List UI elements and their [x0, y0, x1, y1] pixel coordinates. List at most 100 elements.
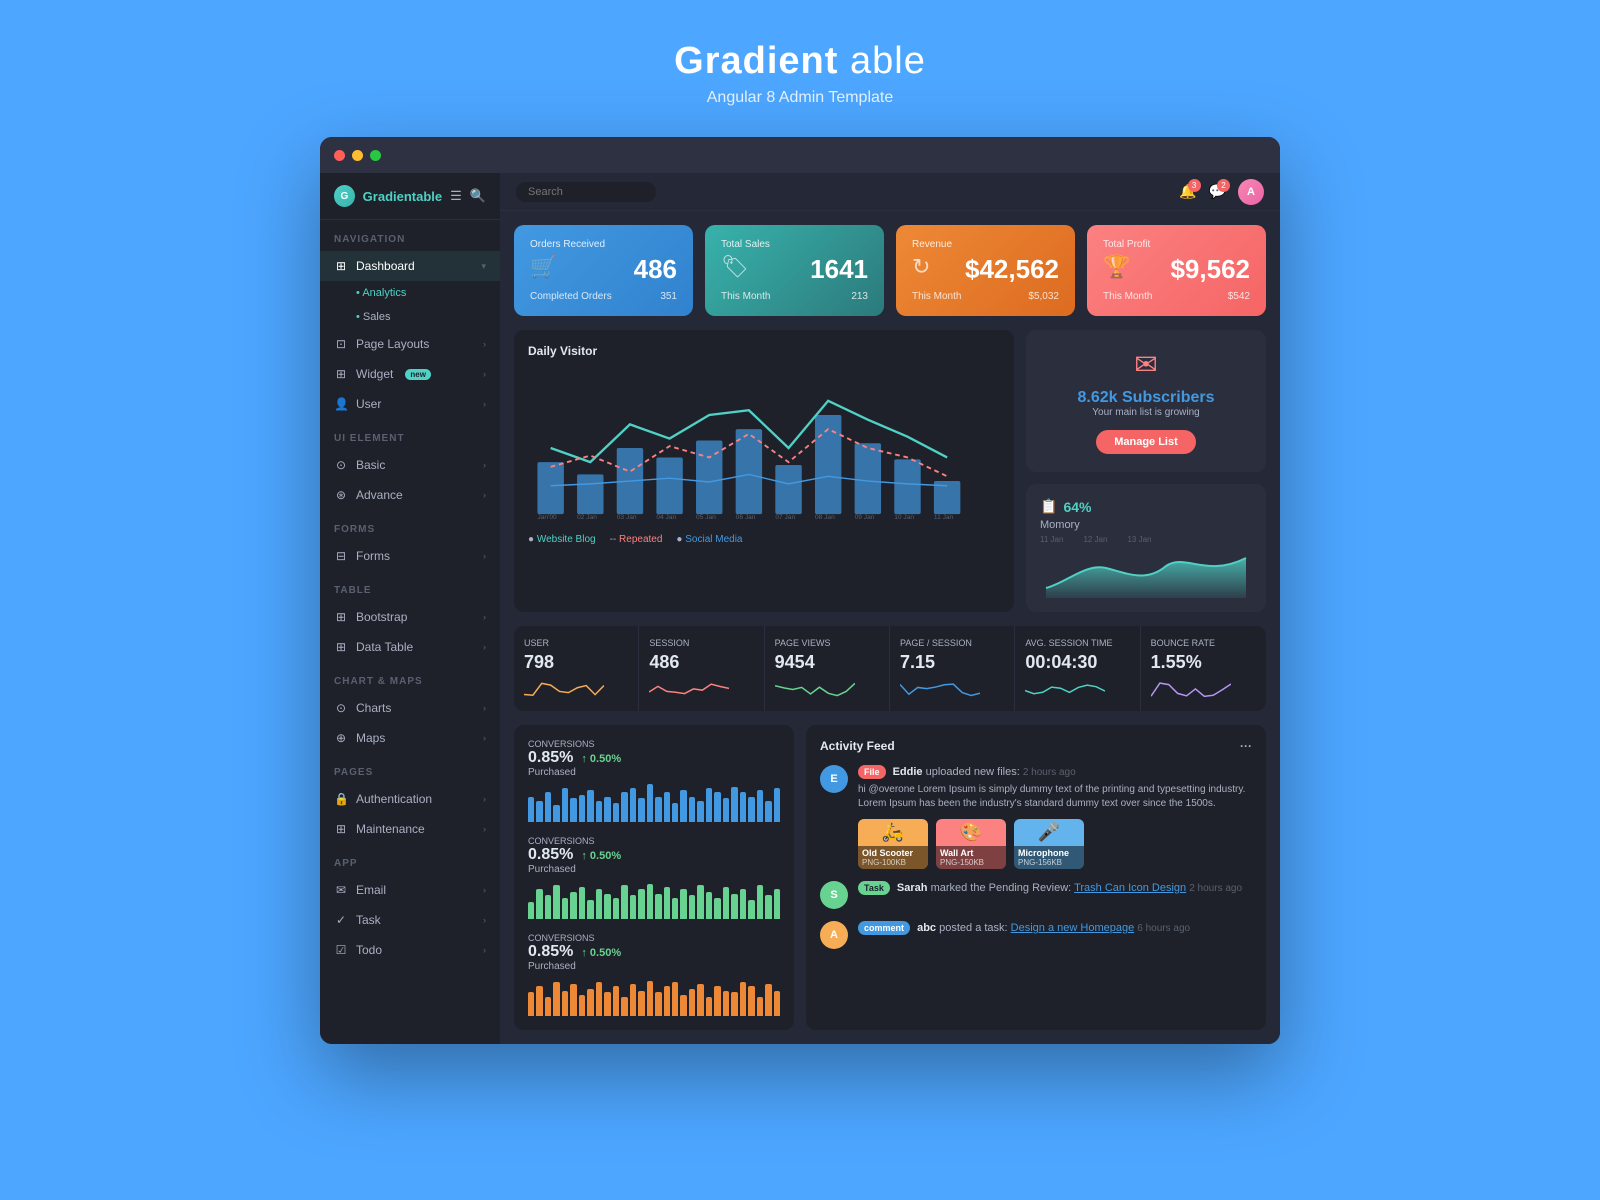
stat-label: Total Sales [721, 239, 868, 250]
sidebar-item-user[interactable]: 👤 User › [320, 389, 500, 419]
manage-list-button[interactable]: Manage List [1096, 430, 1196, 454]
stat-card-2: Revenue ↻ $42,562 This Month $5,032 [896, 225, 1075, 316]
activity-link[interactable]: Trash Can Icon Design [1074, 882, 1186, 894]
user-avatar[interactable]: A [1238, 179, 1264, 205]
conv-bar [587, 900, 593, 919]
conv-bar [731, 787, 737, 822]
sidebar-item-widget[interactable]: ⊞ Widget new › [320, 359, 500, 389]
stat-icon: 🏆 [1103, 254, 1130, 280]
conv-bar [553, 885, 559, 919]
hamburger-icon[interactable]: ☰ [450, 188, 462, 204]
brand-icon: G [334, 185, 355, 207]
forms-section-label: forms [320, 510, 500, 541]
conv-label: Conversions [528, 739, 595, 749]
sidebar-item-datatable[interactable]: ⊞ Data Table › [320, 632, 500, 662]
conv-bar [647, 784, 653, 822]
stat-sub-label: This Month [721, 291, 770, 302]
conversion-item-2: Conversions 0.85% ↑ 0.50% Purchased [528, 933, 780, 1016]
stat-icon: ↻ [912, 254, 930, 280]
todo-icon: ☑ [334, 943, 348, 957]
activity-item: E File Eddie uploaded new files: 2 hours… [820, 765, 1252, 869]
maintenance-icon: ⊞ [334, 822, 348, 836]
sidebar-item-bootstrap[interactable]: ⊞ Bootstrap › [320, 602, 500, 632]
stat-label: Total Profit [1103, 239, 1250, 250]
conv-bar [536, 889, 542, 919]
chat-button[interactable]: 💬 2 [1209, 183, 1226, 200]
search-input[interactable] [516, 182, 656, 202]
metric-item-5: Bounce Rate 1.55% [1141, 626, 1266, 711]
conv-bar [528, 902, 534, 919]
sidebar-item-auth[interactable]: 🔒 Authentication › [320, 784, 500, 814]
conv-bar [697, 984, 703, 1016]
thumb-icon: 🎨 [936, 819, 1006, 846]
conv-bar [697, 885, 703, 919]
memory-label: Momory [1040, 519, 1252, 531]
conv-bar [604, 894, 610, 919]
metric-label: Page Views [775, 638, 879, 648]
sidebar-controls: ☰ 🔍 [450, 188, 486, 204]
sidebar-item-maps[interactable]: ⊕ Maps › [320, 723, 500, 753]
browser-dot-minimize[interactable] [352, 150, 363, 161]
conv-bar [740, 792, 746, 822]
browser-dot-close[interactable] [334, 150, 345, 161]
sidebar-item-advance[interactable]: ⊛ Advance › [320, 480, 500, 510]
sidebar-item-todo[interactable]: ☑ Todo › [320, 935, 500, 965]
search-icon[interactable]: 🔍 [470, 188, 486, 204]
memory-icon: 📋 [1040, 498, 1057, 515]
conv-bar [774, 788, 780, 822]
conv-sub: Purchased [528, 961, 780, 972]
stat-sub-value: 351 [660, 291, 677, 302]
conv-bar [765, 895, 771, 919]
conv-bar [570, 984, 576, 1016]
conv-bar [714, 986, 720, 1016]
sidebar-item-dashboard[interactable]: ⊞ Dashboard ▾ [320, 251, 500, 281]
conv-bar [562, 991, 568, 1016]
user-icon: 👤 [334, 397, 348, 411]
conversion-item-1: Conversions 0.85% ↑ 0.50% Purchased [528, 836, 780, 919]
sidebar-item-basic[interactable]: ⊙ Basic › [320, 450, 500, 480]
browser-dot-maximize[interactable] [370, 150, 381, 161]
activity-time: 6 hours ago [1137, 923, 1190, 934]
conv-bar [553, 805, 559, 822]
sidebar-item-page-layouts[interactable]: ⊡ Page Layouts › [320, 329, 500, 359]
sidebar-item-forms[interactable]: ⊟ Forms › [320, 541, 500, 571]
hero-section: Gradient able Angular 8 Admin Template [674, 0, 926, 137]
conv-value: 0.85% [528, 943, 573, 961]
sidebar-item-charts[interactable]: ⊙ Charts › [320, 693, 500, 723]
notification-button[interactable]: 🔔 3 [1179, 183, 1196, 200]
forms-icon: ⊟ [334, 549, 348, 563]
activity-action: marked the Pending Review: [931, 882, 1072, 894]
topbar: 🔔 3 💬 2 A [500, 173, 1280, 211]
app-section-label: app [320, 844, 500, 875]
svg-text:05 Jan: 05 Jan [696, 514, 716, 521]
activity-content: Task Sarah marked the Pending Review: Tr… [858, 881, 1252, 909]
hero-title: Gradient able [674, 40, 926, 83]
activity-avatar: A [820, 921, 848, 949]
hero-title-light: able [838, 40, 925, 82]
conv-bar [714, 898, 720, 919]
conv-bar [706, 788, 712, 822]
conv-bar [655, 992, 661, 1016]
hero-subtitle: Angular 8 Admin Template [674, 89, 926, 107]
activity-header: File Eddie uploaded new files: 2 hours a… [858, 765, 1252, 779]
svg-text:04 Jan: 04 Jan [656, 514, 676, 521]
svg-text:10 Jan: 10 Jan [894, 514, 914, 521]
sidebar-item-maintenance[interactable]: ⊞ Maintenance › [320, 814, 500, 844]
sidebar-item-email[interactable]: ✉ Email › [320, 875, 500, 905]
sidebar-item-analytics[interactable]: Analytics [320, 281, 500, 305]
chart-row: Daily Visitor [514, 330, 1266, 612]
activity-thumbnail: 🎤 Microphone PNG-156KB [1014, 819, 1084, 869]
subscribers-sublabel: Your main list is growing [1040, 407, 1252, 418]
auth-icon: 🔒 [334, 792, 348, 806]
conv-bar [553, 982, 559, 1016]
activity-panel: Activity Feed ··· E File Eddie uploaded … [806, 725, 1266, 1030]
app-container: G Gradientable ☰ 🔍 navigation ⊞ Dashboar… [320, 173, 1280, 1044]
activity-more-icon[interactable]: ··· [1240, 739, 1252, 753]
svg-text:06 Jan: 06 Jan [736, 514, 756, 521]
activity-link[interactable]: Design a new Homepage [1011, 922, 1135, 934]
svg-text:08 Jan: 08 Jan [815, 514, 835, 521]
sidebar-item-sales[interactable]: Sales [320, 305, 500, 329]
conv-bars [528, 784, 780, 822]
conv-bar [655, 894, 661, 919]
sidebar-item-task[interactable]: ✓ Task › [320, 905, 500, 935]
